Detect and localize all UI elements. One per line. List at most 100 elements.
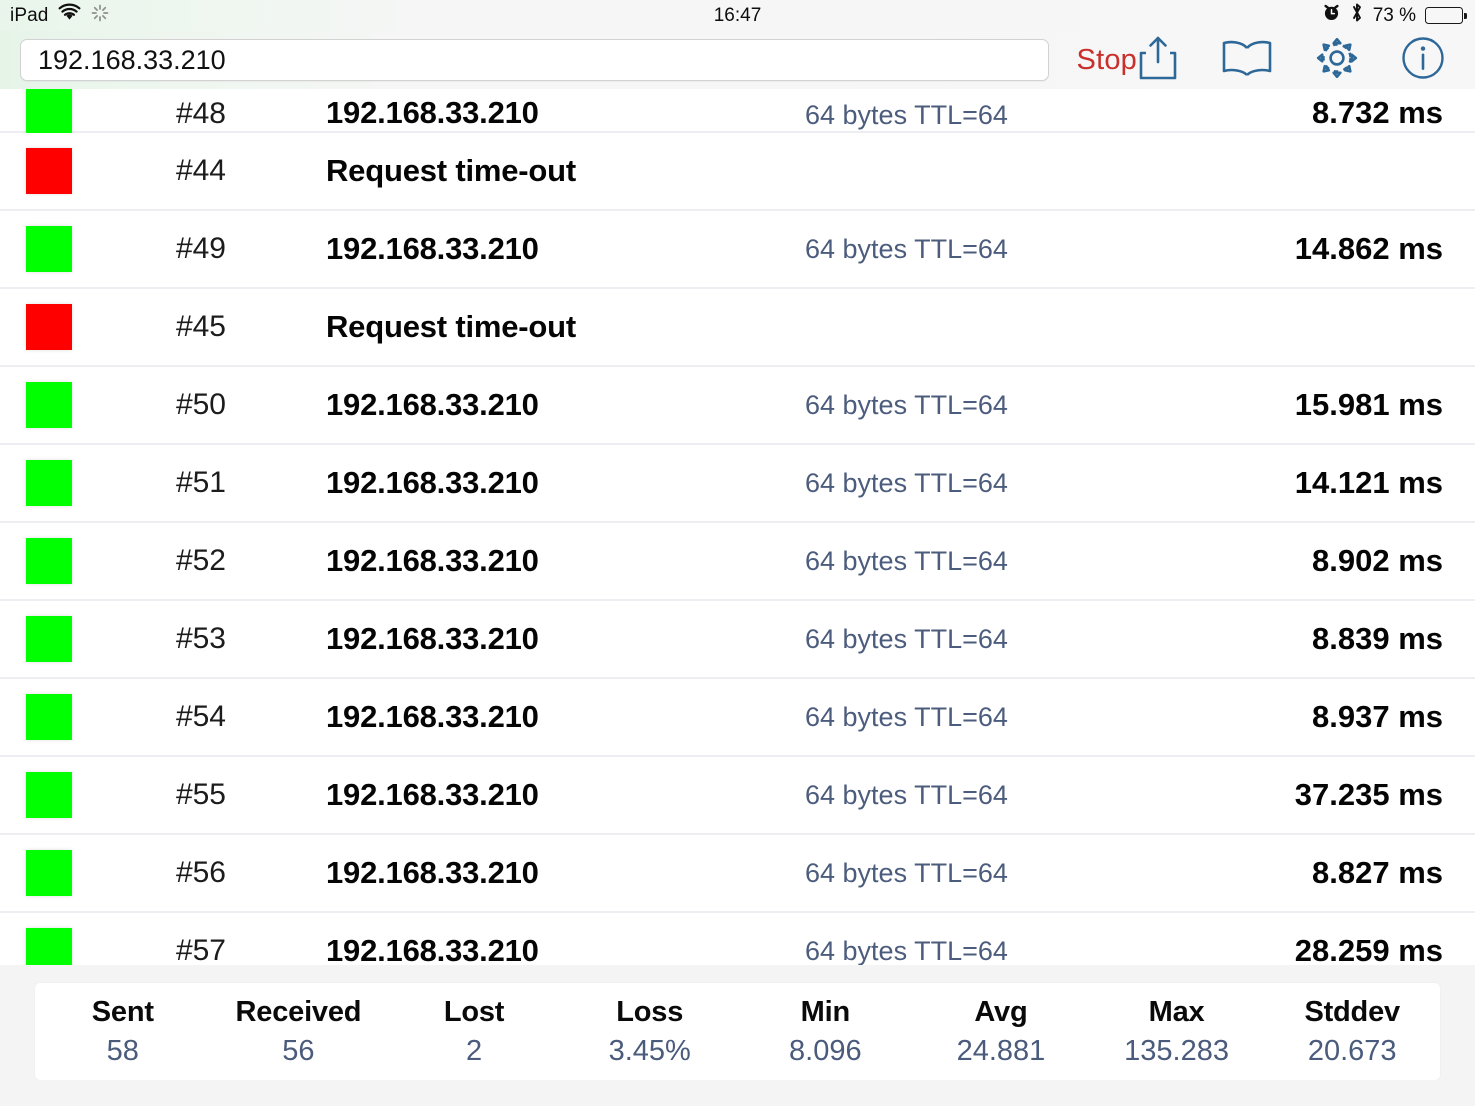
ping-result-row[interactable]: #56 192.168.33.210 64 bytes TTL=64 8.827 ms <box>0 835 1475 913</box>
ping-results-list[interactable]: #48 192.168.33.210 64 bytes TTL=64 8.732 ms… <box>0 89 1475 965</box>
round-trip-time: 15.981 ms <box>1294 387 1443 422</box>
status-swatch-success <box>26 772 72 818</box>
packet-meta: 64 bytes TTL=64 <box>805 623 1008 654</box>
stat-value: 20.673 <box>1307 1034 1397 1067</box>
summary-stat-max: Max 135.283 <box>1089 983 1265 1080</box>
status-swatch-success <box>26 928 72 965</box>
ping-result-row[interactable]: #57 192.168.33.210 64 bytes TTL=64 28.259 m… <box>0 913 1475 965</box>
stat-value: 58 <box>106 1034 139 1067</box>
status-swatch-success <box>26 89 72 134</box>
timeout-message: Request time-out <box>326 309 576 344</box>
host-address: 192.168.33.210 <box>326 465 539 500</box>
round-trip-time: 14.121 ms <box>1294 465 1443 500</box>
packet-meta: 64 bytes TTL=64 <box>805 935 1008 966</box>
round-trip-time: 8.732 ms <box>1312 95 1443 130</box>
host-address: 192.168.33.210 <box>326 855 539 890</box>
alarm-clock-icon <box>1322 3 1341 28</box>
status-swatch-success <box>26 382 72 428</box>
summary-stat-loss: Loss 3.45% <box>562 983 738 1080</box>
host-address: 192.168.33.210 <box>326 777 539 812</box>
packet-meta: 64 bytes TTL=64 <box>805 779 1008 810</box>
sequence-number: #55 <box>175 778 226 811</box>
packet-meta: 64 bytes TTL=64 <box>805 389 1008 420</box>
stat-value: 3.45% <box>608 1034 691 1067</box>
ping-result-row[interactable]: #52 192.168.33.210 64 bytes TTL=64 8.902 ms <box>0 523 1475 601</box>
summary-stat-lost: Lost 2 <box>386 983 562 1080</box>
round-trip-time: 28.259 ms <box>1294 933 1443 965</box>
status-swatch-success <box>26 538 72 584</box>
sequence-number: #44 <box>175 154 226 187</box>
host-address: 192.168.33.210 <box>326 699 539 734</box>
status-swatch-success <box>26 850 72 896</box>
host-address: 192.168.33.210 <box>326 387 539 422</box>
sequence-number: #45 <box>175 310 226 343</box>
round-trip-time: 14.862 ms <box>1294 231 1443 266</box>
round-trip-time: 8.839 ms <box>1312 621 1443 656</box>
stat-label: Max <box>1148 995 1205 1028</box>
stat-value: 2 <box>465 1034 483 1067</box>
status-bar-right: 73 % <box>1322 2 1475 29</box>
stat-value: 8.096 <box>789 1034 862 1067</box>
ping-result-row[interactable]: #51 192.168.33.210 64 bytes TTL=64 14.121 m… <box>0 445 1475 523</box>
round-trip-time: 8.902 ms <box>1312 543 1443 578</box>
sequence-number: #49 <box>175 232 226 265</box>
stat-label: Sent <box>91 995 154 1028</box>
round-trip-time: 37.235 ms <box>1294 777 1443 812</box>
summary-statistics-bar: Sent 58 Received 56 Lost 2 Loss 3.45% Min 8.096 Av… <box>35 983 1440 1080</box>
summary-stat-stddev: Stddev 20.673 <box>1264 983 1440 1080</box>
timeout-message: Request time-out <box>326 153 576 188</box>
ping-result-row[interactable]: #45 Request time-out <box>0 289 1475 367</box>
ping-result-row[interactable]: #44 Request time-out <box>0 133 1475 211</box>
summary-stat-received: Received 56 <box>211 983 387 1080</box>
stat-label: Avg <box>974 995 1028 1028</box>
status-swatch-failure <box>26 304 72 350</box>
ping-result-row[interactable]: #55 192.168.33.210 64 bytes TTL=64 37.235 m… <box>0 757 1475 835</box>
settings-gear-icon[interactable] <box>1315 36 1359 85</box>
stop-button[interactable]: Stop <box>1077 44 1137 77</box>
stat-label: Received <box>235 995 362 1028</box>
ping-result-row[interactable]: #54 192.168.33.210 64 bytes TTL=64 8.937 ms <box>0 679 1475 757</box>
packet-meta: 64 bytes TTL=64 <box>805 701 1008 732</box>
share-icon[interactable] <box>1137 35 1179 86</box>
ping-result-row[interactable]: #49 192.168.33.210 64 bytes TTL=64 14.862 m… <box>0 211 1475 289</box>
host-address-input[interactable] <box>21 44 1048 76</box>
status-swatch-success <box>26 226 72 272</box>
ping-result-row[interactable]: #53 192.168.33.210 64 bytes TTL=64 8.839 ms <box>0 601 1475 679</box>
stat-label: Lost <box>443 995 505 1028</box>
sequence-number: #51 <box>175 466 226 499</box>
info-icon[interactable] <box>1401 36 1445 85</box>
host-address: 192.168.33.210 <box>326 95 539 130</box>
status-swatch-success <box>26 616 72 662</box>
bluetooth-icon <box>1350 2 1364 29</box>
ping-result-row[interactable]: #48 192.168.33.210 64 bytes TTL=64 8.732 ms <box>0 89 1475 134</box>
sequence-number: #56 <box>175 856 226 889</box>
battery-percent-label: 73 % <box>1372 4 1416 26</box>
status-swatch-failure <box>26 148 72 194</box>
summary-stat-sent: Sent 58 <box>35 983 211 1080</box>
host-address: 192.168.33.210 <box>326 621 539 656</box>
status-swatch-success <box>26 694 72 740</box>
sequence-number: #52 <box>175 544 226 577</box>
sequence-number: #50 <box>175 388 226 421</box>
host-address: 192.168.33.210 <box>326 231 539 266</box>
packet-meta: 64 bytes TTL=64 <box>805 545 1008 576</box>
battery-icon <box>1425 7 1467 24</box>
stat-value: 24.881 <box>956 1034 1046 1067</box>
packet-meta: 64 bytes TTL=64 <box>805 857 1008 888</box>
address-field-wrapper[interactable] <box>20 39 1049 81</box>
bookmarks-book-icon[interactable] <box>1221 38 1273 83</box>
round-trip-time: 8.937 ms <box>1312 699 1443 734</box>
packet-meta: 64 bytes TTL=64 <box>805 100 1008 130</box>
sequence-number: #57 <box>175 934 226 965</box>
toolbar-icon-group <box>1137 35 1475 86</box>
packet-meta: 64 bytes TTL=64 <box>805 233 1008 264</box>
ping-result-row[interactable]: #50 192.168.33.210 64 bytes TTL=64 15.981 m… <box>0 367 1475 445</box>
host-address: 192.168.33.210 <box>326 543 539 578</box>
ios-status-bar: iPad 16:47 73 % <box>0 0 1475 31</box>
host-address: 192.168.33.210 <box>326 933 539 965</box>
bottom-edge-strip <box>0 1080 1475 1106</box>
stat-label: Stddev <box>1304 995 1400 1028</box>
stat-label: Loss <box>616 995 684 1028</box>
status-swatch-success <box>26 460 72 506</box>
sequence-number: #48 <box>175 97 226 130</box>
